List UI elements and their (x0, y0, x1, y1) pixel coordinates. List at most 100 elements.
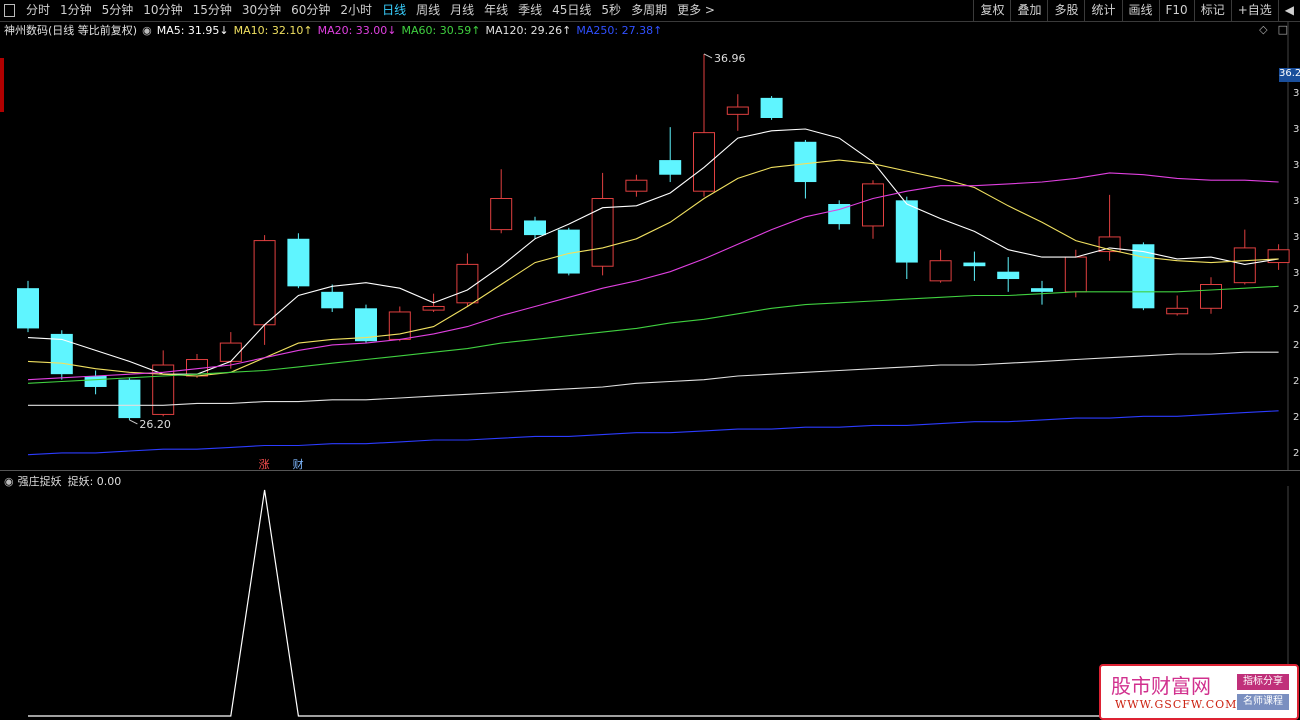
candle[interactable] (490, 169, 513, 234)
period-tab-11[interactable]: 年线 (479, 0, 513, 21)
candle[interactable] (997, 257, 1020, 292)
event-mark[interactable]: 财 (293, 457, 304, 470)
candle-body (1200, 284, 1222, 309)
period-tab-13[interactable]: 45日线 (547, 0, 596, 21)
period-tab-6[interactable]: 60分钟 (286, 0, 335, 21)
toolbar-button-7[interactable]: +自选 (1230, 0, 1278, 21)
candle[interactable] (50, 330, 73, 380)
candle[interactable] (862, 180, 884, 239)
toolbar-button-5[interactable]: F10 (1158, 0, 1194, 21)
window-icon[interactable]: □ (1278, 23, 1288, 36)
candle-body (726, 106, 749, 115)
candle[interactable] (1200, 277, 1222, 314)
period-tabs: 分时 1分钟 5分钟 10分钟 15分钟 30分钟 60分钟 2小时 日线 周线 月线 年线 季线 45日… (4, 0, 720, 21)
candle-body (118, 379, 141, 419)
period-tab-8[interactable]: 日线 (377, 0, 411, 21)
candle[interactable] (456, 253, 479, 307)
candle[interactable] (1132, 242, 1155, 311)
candle[interactable] (1233, 229, 1256, 285)
period-tab-3[interactable]: 10分钟 (138, 0, 187, 21)
ma-line-ma60 (27, 285, 1279, 384)
candlestick-chart[interactable]: 36.96 26.20 涨 财 (0, 22, 1300, 470)
candle-body (287, 238, 310, 287)
candle[interactable] (287, 233, 310, 289)
candle[interactable] (253, 235, 276, 345)
watermark-logo: 股市财富网 WWW.GSCFW.COM 指标分享 名师课程 (1099, 664, 1299, 720)
candle[interactable] (1267, 244, 1290, 270)
period-tab-16[interactable]: 更多 > (672, 0, 720, 21)
toolbar-button-4[interactable]: 画线 (1121, 0, 1159, 21)
axis-tick-label: 2 (1293, 448, 1300, 459)
toolbar-button-6[interactable]: 标记 (1193, 0, 1231, 21)
candle[interactable] (659, 127, 682, 183)
candle[interactable] (760, 96, 783, 120)
candle[interactable] (929, 249, 952, 283)
candle-body (659, 160, 682, 175)
period-tab-0[interactable]: 分时 (21, 0, 55, 21)
period-tab-14[interactable]: 5秒 (596, 0, 626, 21)
candle-body (1233, 247, 1256, 284)
toolbar-button-2[interactable]: 多股 (1047, 0, 1084, 21)
candle[interactable] (895, 196, 918, 280)
axis-tick-label: 2 (1293, 412, 1300, 423)
period-tab-4[interactable]: 15分钟 (188, 0, 237, 21)
candle-body (524, 220, 546, 236)
toolbar-button-1[interactable]: 叠加 (1010, 0, 1047, 21)
period-tab-2[interactable]: 5分钟 (97, 0, 139, 21)
watermark-url: WWW.GSCFW.COM (1115, 698, 1238, 711)
candle[interactable] (152, 350, 175, 417)
candle[interactable] (828, 200, 851, 230)
period-tab-5[interactable]: 30分钟 (237, 0, 286, 21)
candle-body (794, 141, 817, 183)
candle-body (321, 291, 344, 309)
period-tab-10[interactable]: 月线 (445, 0, 479, 21)
layout-square-icon[interactable] (4, 4, 15, 17)
candle[interactable] (693, 53, 715, 197)
candle[interactable] (118, 377, 141, 420)
axis-tick-label: 3 (1293, 88, 1300, 99)
candle-body (929, 260, 952, 282)
axis-tick-label: 2 (1293, 340, 1300, 351)
candle-body (1031, 288, 1053, 292)
period-tab-12[interactable]: 季线 (513, 0, 547, 21)
event-mark[interactable]: 涨 (259, 458, 270, 470)
chart-corner-icons: ◇ □ (1259, 23, 1288, 36)
candle[interactable] (794, 139, 817, 199)
ma-info-line: 神州数码(日线 等比前复权) ◉ MA5: 31.95↓ MA10: 32.10↑… (4, 23, 672, 38)
candle-body (490, 198, 513, 231)
axis-tick-label: 3 (1293, 268, 1300, 279)
pane-divider[interactable] (0, 470, 1300, 471)
candle[interactable] (17, 280, 39, 333)
period-tab-1[interactable]: 1分钟 (55, 0, 97, 21)
period-toolbar: 分时 1分钟 5分钟 10分钟 15分钟 30分钟 60分钟 2小时 日线 周线 月线 年线 季线 45日… (0, 0, 1300, 22)
period-tab-15[interactable]: 多周期 (626, 0, 672, 21)
current-price-tag: 36.2 (1279, 68, 1300, 82)
ma-line-ma20 (27, 172, 1279, 381)
candle[interactable] (726, 94, 749, 131)
left-red-marker (0, 58, 4, 112)
toolbar-button-0[interactable]: 复权 (973, 0, 1010, 21)
candle[interactable] (625, 174, 648, 197)
diamond-icon[interactable]: ◇ (1259, 23, 1267, 36)
low-pointer (129, 419, 138, 425)
ma-label-2: MA20: 33.00↓ (317, 23, 397, 37)
candle-body (1166, 307, 1189, 315)
candle[interactable] (1166, 295, 1189, 316)
period-tab-7[interactable]: 2小时 (335, 0, 377, 21)
candle-body (997, 271, 1020, 280)
axis-tick-label: 2 (1293, 376, 1300, 387)
candle-body (84, 376, 107, 387)
ma-label-0: MA5: 31.95↓ (156, 23, 229, 37)
ma-line-ma120 (28, 351, 1279, 406)
candle-body (625, 179, 648, 192)
candle[interactable] (963, 251, 986, 281)
candle[interactable] (84, 370, 107, 395)
candle[interactable] (388, 306, 411, 342)
candle-body (219, 342, 242, 362)
eye-icon[interactable]: ◉ (142, 24, 152, 37)
toolbar-button-3[interactable]: 统计 (1084, 0, 1121, 21)
candle[interactable] (557, 227, 580, 276)
candle[interactable] (591, 172, 614, 276)
toolbar-button-8[interactable]: ◀ (1277, 0, 1300, 21)
period-tab-9[interactable]: 周线 (411, 0, 445, 21)
